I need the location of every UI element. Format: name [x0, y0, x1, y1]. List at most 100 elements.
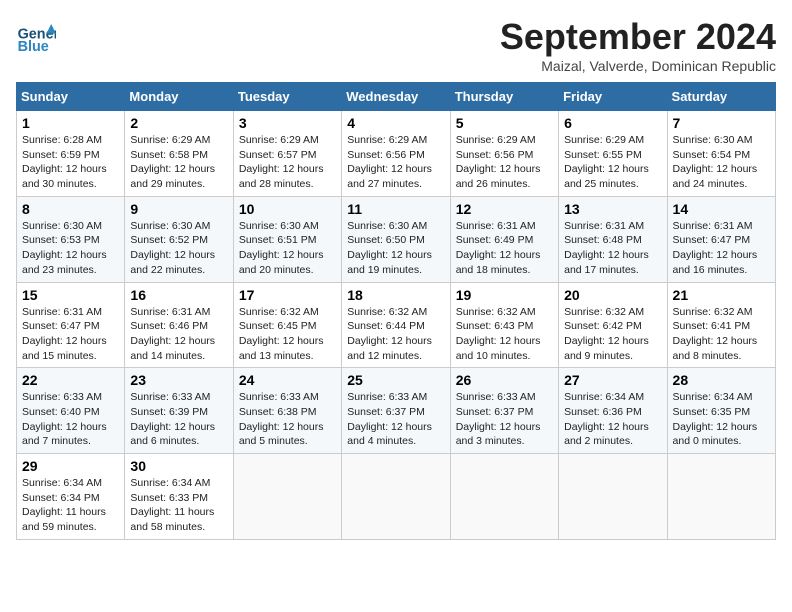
calendar-day-cell: 12 Sunrise: 6:31 AM Sunset: 6:49 PM Dayl…	[450, 196, 558, 282]
day-number: 27	[564, 372, 661, 388]
day-info: Sunrise: 6:29 AM Sunset: 6:56 PM Dayligh…	[456, 133, 553, 192]
day-info: Sunrise: 6:34 AM Sunset: 6:33 PM Dayligh…	[130, 476, 227, 535]
calendar-day-cell	[559, 454, 667, 540]
day-number: 5	[456, 115, 553, 131]
day-info: Sunrise: 6:33 AM Sunset: 6:39 PM Dayligh…	[130, 390, 227, 449]
calendar-week-row: 29 Sunrise: 6:34 AM Sunset: 6:34 PM Dayl…	[17, 454, 776, 540]
calendar-week-row: 1 Sunrise: 6:28 AM Sunset: 6:59 PM Dayli…	[17, 111, 776, 197]
col-tuesday: Tuesday	[233, 83, 341, 111]
day-info: Sunrise: 6:31 AM Sunset: 6:48 PM Dayligh…	[564, 219, 661, 278]
col-saturday: Saturday	[667, 83, 775, 111]
day-info: Sunrise: 6:29 AM Sunset: 6:55 PM Dayligh…	[564, 133, 661, 192]
svg-text:Blue: Blue	[18, 39, 49, 55]
calendar-day-cell	[342, 454, 450, 540]
month-title: September 2024	[500, 16, 776, 58]
title-block: September 2024 Maizal, Valverde, Dominic…	[500, 16, 776, 74]
col-sunday: Sunday	[17, 83, 125, 111]
calendar-day-cell	[450, 454, 558, 540]
day-number: 30	[130, 458, 227, 474]
day-number: 6	[564, 115, 661, 131]
calendar-day-cell: 1 Sunrise: 6:28 AM Sunset: 6:59 PM Dayli…	[17, 111, 125, 197]
logo: General Blue	[16, 16, 60, 56]
calendar-day-cell: 17 Sunrise: 6:32 AM Sunset: 6:45 PM Dayl…	[233, 282, 341, 368]
day-number: 14	[673, 201, 770, 217]
day-info: Sunrise: 6:28 AM Sunset: 6:59 PM Dayligh…	[22, 133, 119, 192]
day-number: 10	[239, 201, 336, 217]
calendar-week-row: 15 Sunrise: 6:31 AM Sunset: 6:47 PM Dayl…	[17, 282, 776, 368]
calendar-day-cell: 5 Sunrise: 6:29 AM Sunset: 6:56 PM Dayli…	[450, 111, 558, 197]
calendar-day-cell: 20 Sunrise: 6:32 AM Sunset: 6:42 PM Dayl…	[559, 282, 667, 368]
day-info: Sunrise: 6:30 AM Sunset: 6:54 PM Dayligh…	[673, 133, 770, 192]
calendar-day-cell: 2 Sunrise: 6:29 AM Sunset: 6:58 PM Dayli…	[125, 111, 233, 197]
day-info: Sunrise: 6:32 AM Sunset: 6:45 PM Dayligh…	[239, 305, 336, 364]
day-info: Sunrise: 6:34 AM Sunset: 6:36 PM Dayligh…	[564, 390, 661, 449]
calendar-day-cell: 16 Sunrise: 6:31 AM Sunset: 6:46 PM Dayl…	[125, 282, 233, 368]
day-info: Sunrise: 6:30 AM Sunset: 6:52 PM Dayligh…	[130, 219, 227, 278]
calendar-day-cell: 7 Sunrise: 6:30 AM Sunset: 6:54 PM Dayli…	[667, 111, 775, 197]
calendar-day-cell: 26 Sunrise: 6:33 AM Sunset: 6:37 PM Dayl…	[450, 368, 558, 454]
day-number: 11	[347, 201, 444, 217]
day-info: Sunrise: 6:30 AM Sunset: 6:51 PM Dayligh…	[239, 219, 336, 278]
calendar-table: Sunday Monday Tuesday Wednesday Thursday…	[16, 82, 776, 540]
day-info: Sunrise: 6:33 AM Sunset: 6:37 PM Dayligh…	[347, 390, 444, 449]
day-info: Sunrise: 6:31 AM Sunset: 6:47 PM Dayligh…	[22, 305, 119, 364]
day-info: Sunrise: 6:29 AM Sunset: 6:58 PM Dayligh…	[130, 133, 227, 192]
calendar-day-cell: 27 Sunrise: 6:34 AM Sunset: 6:36 PM Dayl…	[559, 368, 667, 454]
calendar-day-cell: 14 Sunrise: 6:31 AM Sunset: 6:47 PM Dayl…	[667, 196, 775, 282]
location-subtitle: Maizal, Valverde, Dominican Republic	[500, 58, 776, 74]
day-number: 4	[347, 115, 444, 131]
day-number: 1	[22, 115, 119, 131]
day-number: 29	[22, 458, 119, 474]
day-number: 18	[347, 287, 444, 303]
calendar-day-cell: 25 Sunrise: 6:33 AM Sunset: 6:37 PM Dayl…	[342, 368, 450, 454]
page-header: General Blue September 2024 Maizal, Valv…	[16, 16, 776, 74]
day-info: Sunrise: 6:34 AM Sunset: 6:35 PM Dayligh…	[673, 390, 770, 449]
calendar-day-cell: 11 Sunrise: 6:30 AM Sunset: 6:50 PM Dayl…	[342, 196, 450, 282]
day-number: 22	[22, 372, 119, 388]
day-number: 24	[239, 372, 336, 388]
day-number: 17	[239, 287, 336, 303]
calendar-day-cell: 15 Sunrise: 6:31 AM Sunset: 6:47 PM Dayl…	[17, 282, 125, 368]
calendar-day-cell: 8 Sunrise: 6:30 AM Sunset: 6:53 PM Dayli…	[17, 196, 125, 282]
day-info: Sunrise: 6:33 AM Sunset: 6:40 PM Dayligh…	[22, 390, 119, 449]
day-info: Sunrise: 6:32 AM Sunset: 6:43 PM Dayligh…	[456, 305, 553, 364]
day-info: Sunrise: 6:29 AM Sunset: 6:57 PM Dayligh…	[239, 133, 336, 192]
calendar-week-row: 8 Sunrise: 6:30 AM Sunset: 6:53 PM Dayli…	[17, 196, 776, 282]
calendar-day-cell	[667, 454, 775, 540]
day-number: 7	[673, 115, 770, 131]
calendar-day-cell: 4 Sunrise: 6:29 AM Sunset: 6:56 PM Dayli…	[342, 111, 450, 197]
day-number: 15	[22, 287, 119, 303]
col-thursday: Thursday	[450, 83, 558, 111]
calendar-day-cell: 24 Sunrise: 6:33 AM Sunset: 6:38 PM Dayl…	[233, 368, 341, 454]
day-info: Sunrise: 6:30 AM Sunset: 6:50 PM Dayligh…	[347, 219, 444, 278]
day-number: 19	[456, 287, 553, 303]
calendar-day-cell: 9 Sunrise: 6:30 AM Sunset: 6:52 PM Dayli…	[125, 196, 233, 282]
calendar-header-row: Sunday Monday Tuesday Wednesday Thursday…	[17, 83, 776, 111]
day-info: Sunrise: 6:31 AM Sunset: 6:46 PM Dayligh…	[130, 305, 227, 364]
col-monday: Monday	[125, 83, 233, 111]
day-info: Sunrise: 6:31 AM Sunset: 6:47 PM Dayligh…	[673, 219, 770, 278]
day-info: Sunrise: 6:29 AM Sunset: 6:56 PM Dayligh…	[347, 133, 444, 192]
day-info: Sunrise: 6:32 AM Sunset: 6:42 PM Dayligh…	[564, 305, 661, 364]
day-number: 16	[130, 287, 227, 303]
day-number: 28	[673, 372, 770, 388]
calendar-day-cell: 21 Sunrise: 6:32 AM Sunset: 6:41 PM Dayl…	[667, 282, 775, 368]
day-number: 8	[22, 201, 119, 217]
day-info: Sunrise: 6:32 AM Sunset: 6:41 PM Dayligh…	[673, 305, 770, 364]
day-number: 26	[456, 372, 553, 388]
calendar-day-cell: 3 Sunrise: 6:29 AM Sunset: 6:57 PM Dayli…	[233, 111, 341, 197]
day-number: 13	[564, 201, 661, 217]
day-number: 25	[347, 372, 444, 388]
calendar-day-cell: 28 Sunrise: 6:34 AM Sunset: 6:35 PM Dayl…	[667, 368, 775, 454]
day-info: Sunrise: 6:30 AM Sunset: 6:53 PM Dayligh…	[22, 219, 119, 278]
calendar-day-cell: 10 Sunrise: 6:30 AM Sunset: 6:51 PM Dayl…	[233, 196, 341, 282]
col-friday: Friday	[559, 83, 667, 111]
day-info: Sunrise: 6:33 AM Sunset: 6:37 PM Dayligh…	[456, 390, 553, 449]
calendar-day-cell: 29 Sunrise: 6:34 AM Sunset: 6:34 PM Dayl…	[17, 454, 125, 540]
day-info: Sunrise: 6:32 AM Sunset: 6:44 PM Dayligh…	[347, 305, 444, 364]
day-info: Sunrise: 6:31 AM Sunset: 6:49 PM Dayligh…	[456, 219, 553, 278]
calendar-day-cell: 6 Sunrise: 6:29 AM Sunset: 6:55 PM Dayli…	[559, 111, 667, 197]
calendar-day-cell: 18 Sunrise: 6:32 AM Sunset: 6:44 PM Dayl…	[342, 282, 450, 368]
day-number: 2	[130, 115, 227, 131]
col-wednesday: Wednesday	[342, 83, 450, 111]
